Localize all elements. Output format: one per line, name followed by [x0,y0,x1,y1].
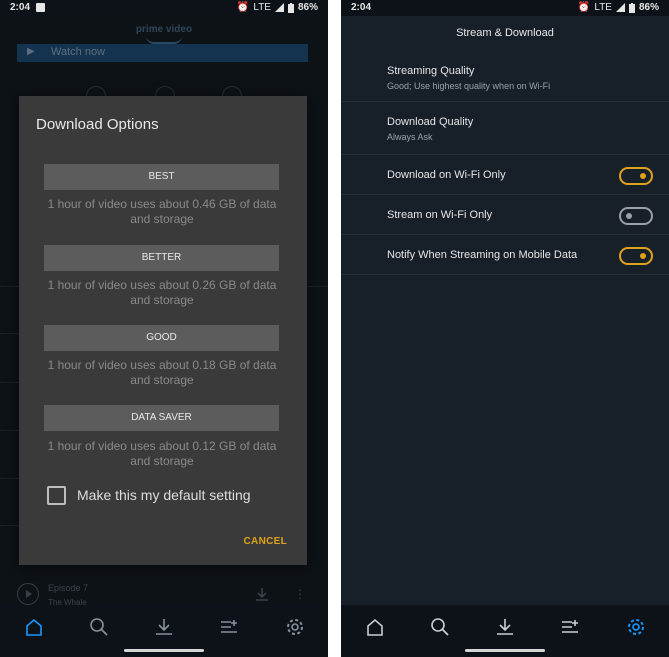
download-icon[interactable] [494,616,516,638]
settings-icon[interactable] [625,616,647,638]
bottom-nav [0,605,328,657]
setting-sublabel: Good; Use highest quality when on Wi-Fi [387,81,551,91]
default-setting-label: Make this my default setting [77,487,251,503]
best-quality-button[interactable]: BEST [44,164,279,190]
signal-icon [615,3,625,12]
battery-level: 86% [638,2,659,13]
network-label: LTE [594,2,612,13]
toggle-knob [640,173,646,179]
setting-stream-wifi-only[interactable]: Stream on Wi-Fi Only [341,195,669,235]
battery-level: 86% [297,2,318,13]
stream-wifi-only-toggle[interactable] [619,207,653,225]
network-label: LTE [253,2,271,13]
home-icon[interactable] [23,616,45,638]
gesture-bar[interactable] [124,649,204,652]
alarm-icon: ⏰ [236,2,250,13]
left-phone-screen: 2:04 ⏰ LTE 86% prime video ▶ Watch now E… [0,0,328,657]
watchlist-icon[interactable] [559,616,581,638]
setting-label: Notify When Streaming on Mobile Data [387,249,578,261]
right-phone-screen: 2:04 ⏰ LTE 86% Stream & Download Streami… [341,0,669,657]
setting-label: Download Quality [387,116,474,128]
data-saver-description: 1 hour of video uses about 0.12 GB of da… [47,439,277,468]
best-quality-description: 1 hour of video uses about 0.46 GB of da… [47,197,277,226]
status-bar: 2:04 ⏰ LTE 86% [0,0,328,16]
better-quality-button[interactable]: BETTER [44,245,279,271]
data-saver-button[interactable]: DATA SAVER [44,405,279,431]
bottom-nav [341,605,669,657]
page-title: Stream & Download [456,27,554,39]
setting-label: Streaming Quality [387,65,475,77]
setting-streaming-quality[interactable]: Streaming Quality Good; Use highest qual… [341,52,669,102]
home-icon[interactable] [364,616,386,638]
better-quality-description: 1 hour of video uses about 0.26 GB of da… [47,278,277,307]
status-bar: 2:04 ⏰ LTE 86% [341,0,669,16]
cancel-button[interactable]: CANCEL [244,536,287,547]
download-wifi-only-toggle[interactable] [619,167,653,185]
dialog-title: Download Options [36,116,159,133]
image-notification-icon [36,3,45,12]
settings-icon[interactable] [284,616,306,638]
setting-download-quality[interactable]: Download Quality Always Ask [341,102,669,155]
setting-label: Stream on Wi-Fi Only [387,209,493,221]
setting-download-wifi-only[interactable]: Download on Wi-Fi Only [341,155,669,195]
search-icon[interactable] [88,616,110,638]
good-quality-description: 1 hour of video uses about 0.18 GB of da… [47,358,277,387]
signal-icon [274,3,284,12]
watchlist-icon[interactable] [218,616,240,638]
download-options-dialog: Download Options BEST 1 hour of video us… [19,96,307,565]
setting-sublabel: Always Ask [387,132,433,142]
toggle-knob [640,253,646,259]
battery-icon [628,2,635,13]
good-quality-button[interactable]: GOOD [44,325,279,351]
default-setting-checkbox[interactable] [47,486,66,505]
setting-label: Download on Wi-Fi Only [387,169,506,181]
setting-notify-mobile-data[interactable]: Notify When Streaming on Mobile Data [341,235,669,275]
download-icon[interactable] [153,616,175,638]
notify-mobile-data-toggle[interactable] [619,247,653,265]
gesture-bar[interactable] [465,649,545,652]
alarm-icon: ⏰ [577,2,591,13]
search-icon[interactable] [429,616,451,638]
status-time: 2:04 [10,2,31,13]
toggle-knob [626,213,632,219]
status-time: 2:04 [351,2,372,13]
battery-icon [287,2,294,13]
